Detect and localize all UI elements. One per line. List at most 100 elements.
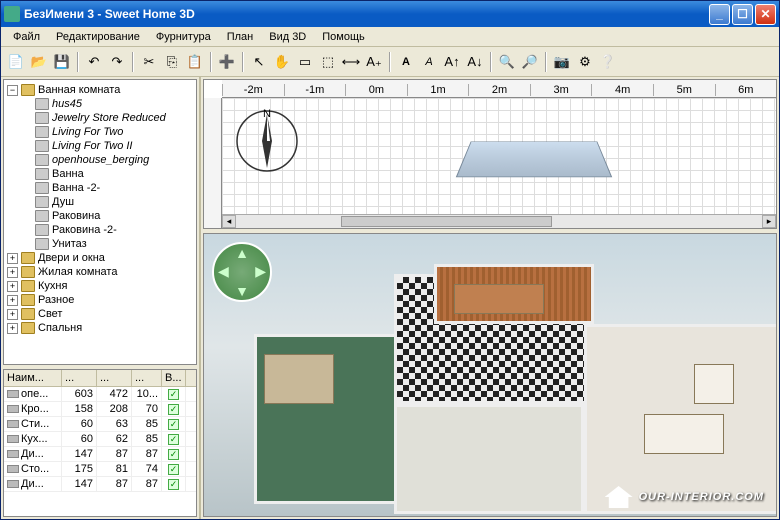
compass[interactable]: N: [232, 106, 302, 176]
nav-up-icon[interactable]: ▲: [235, 245, 249, 261]
table-row[interactable]: Сти...606385✓: [4, 417, 196, 432]
table-row[interactable]: опе...60347210...✓: [4, 387, 196, 402]
paste-icon[interactable]: 📋: [184, 51, 206, 73]
pan-icon[interactable]: ✋: [271, 51, 293, 73]
tree-item[interactable]: Jewelry Store Reduced: [7, 111, 193, 125]
scrollbar-horizontal[interactable]: ◂ ▸: [222, 214, 776, 228]
tree-category[interactable]: +Спальня: [7, 321, 193, 335]
table-row[interactable]: Ди...1478787✓: [4, 447, 196, 462]
minimize-button[interactable]: _: [709, 4, 730, 25]
increase-icon[interactable]: A↑: [441, 51, 463, 73]
cell-b: 62: [97, 432, 132, 446]
tree-item[interactable]: Ванна: [7, 167, 193, 181]
close-button[interactable]: ✕: [755, 4, 776, 25]
cell-visible[interactable]: ✓: [162, 432, 186, 446]
select-icon[interactable]: ↖: [248, 51, 270, 73]
tree-category[interactable]: +Двери и окна: [7, 251, 193, 265]
italic-icon[interactable]: A: [418, 51, 440, 73]
nav-down-icon[interactable]: ▼: [235, 283, 249, 299]
tree-item[interactable]: Раковина: [7, 209, 193, 223]
cut-icon[interactable]: ✂: [138, 51, 160, 73]
redo-icon[interactable]: ↷: [106, 51, 128, 73]
tree-category[interactable]: +Свет: [7, 307, 193, 321]
tree-item[interactable]: Living For Two II: [7, 139, 193, 153]
cell-c: 87: [132, 477, 162, 491]
menu-plan[interactable]: План: [219, 29, 262, 45]
3d-view[interactable]: ▲ ◀▶ ▼ OUR-INTERIOR.COM: [203, 233, 777, 517]
decrease-icon[interactable]: A↓: [464, 51, 486, 73]
camera-icon[interactable]: 📷: [551, 51, 573, 73]
cell-c: 10...: [132, 387, 162, 401]
cell-a: 603: [62, 387, 97, 401]
tree-category[interactable]: +Жилая комната: [7, 265, 193, 279]
col-h[interactable]: ...: [132, 370, 162, 386]
tree-item[interactable]: Унитаз: [7, 237, 193, 251]
cell-name: Кух...: [4, 432, 62, 446]
preferences-icon[interactable]: ⚙: [574, 51, 596, 73]
separator: [545, 52, 547, 72]
col-d[interactable]: ...: [97, 370, 132, 386]
col-w[interactable]: ...: [62, 370, 97, 386]
watermark: OUR-INTERIOR.COM: [605, 486, 764, 508]
tree-category[interactable]: +Разное: [7, 293, 193, 307]
table-row[interactable]: Ди...1478787✓: [4, 477, 196, 492]
tree-item[interactable]: Раковина -2-: [7, 223, 193, 237]
zoom-out-icon[interactable]: 🔎: [519, 51, 541, 73]
table-header[interactable]: Наим... ... ... ... В...: [4, 370, 196, 387]
table-row[interactable]: Кух...606285✓: [4, 432, 196, 447]
cell-visible[interactable]: ✓: [162, 447, 186, 461]
room-icon[interactable]: ⬚: [317, 51, 339, 73]
furniture-table[interactable]: Наим... ... ... ... В... опе...60347210.…: [3, 369, 197, 517]
tree-item[interactable]: Living For Two: [7, 125, 193, 139]
zoom-in-icon[interactable]: 🔍: [496, 51, 518, 73]
separator: [242, 52, 244, 72]
plan-view[interactable]: -2m-1m0m1m2m3m4m5m6m N ◂ ▸: [203, 79, 777, 229]
help-icon[interactable]: ❔: [597, 51, 619, 73]
toolbar: 📄 📂 💾 ↶ ↷ ✂ ⎘ 📋 ➕ ↖ ✋ ▭ ⬚ ⟷ A₊ A A A↑ A↓…: [1, 47, 779, 77]
table-row[interactable]: Кро...15820870✓: [4, 402, 196, 417]
tree-root[interactable]: −Ванная комната: [7, 83, 193, 97]
cell-visible[interactable]: ✓: [162, 417, 186, 431]
col-name[interactable]: Наим...: [4, 370, 62, 386]
dimension-icon[interactable]: ⟷: [340, 51, 362, 73]
tree-category[interactable]: +Кухня: [7, 279, 193, 293]
copy-icon[interactable]: ⎘: [161, 51, 183, 73]
scroll-left-icon[interactable]: ◂: [222, 215, 236, 228]
cell-visible[interactable]: ✓: [162, 462, 186, 476]
col-vis[interactable]: В...: [162, 370, 186, 386]
save-icon[interactable]: 💾: [51, 51, 73, 73]
scroll-thumb[interactable]: [341, 216, 551, 227]
cell-b: 87: [97, 477, 132, 491]
open-icon[interactable]: 📂: [28, 51, 50, 73]
room: [394, 404, 584, 514]
furniture-tree[interactable]: −Ванная комната hus45 Jewelry Store Redu…: [3, 79, 197, 365]
nav-left-icon[interactable]: ◀: [218, 263, 229, 280]
bold-icon[interactable]: A: [395, 51, 417, 73]
wall-icon[interactable]: ▭: [294, 51, 316, 73]
tree-item[interactable]: Душ: [7, 195, 193, 209]
cell-b: 472: [97, 387, 132, 401]
tree-item[interactable]: hus45: [7, 97, 193, 111]
menu-furniture[interactable]: Фурнитура: [148, 29, 219, 45]
scroll-right-icon[interactable]: ▸: [762, 215, 776, 228]
add-furniture-icon[interactable]: ➕: [216, 51, 238, 73]
cell-visible[interactable]: ✓: [162, 402, 186, 416]
table-row[interactable]: Сто...1758174✓: [4, 462, 196, 477]
menu-3dview[interactable]: Вид 3D: [261, 29, 314, 45]
text-icon[interactable]: A₊: [363, 51, 385, 73]
separator: [490, 52, 492, 72]
maximize-button[interactable]: ☐: [732, 4, 753, 25]
undo-icon[interactable]: ↶: [83, 51, 105, 73]
tree-item[interactable]: Ванна -2-: [7, 181, 193, 195]
menu-help[interactable]: Помощь: [314, 29, 373, 45]
separator: [132, 52, 134, 72]
menu-edit[interactable]: Редактирование: [48, 29, 148, 45]
titlebar[interactable]: БезИмени 3 - Sweet Home 3D _ ☐ ✕: [1, 1, 779, 27]
menu-file[interactable]: Файл: [5, 29, 48, 45]
cell-visible[interactable]: ✓: [162, 387, 186, 401]
new-icon[interactable]: 📄: [5, 51, 27, 73]
cell-visible[interactable]: ✓: [162, 477, 186, 491]
cell-b: 208: [97, 402, 132, 416]
tree-item[interactable]: openhouse_berging: [7, 153, 193, 167]
scroll-track[interactable]: [236, 215, 762, 228]
